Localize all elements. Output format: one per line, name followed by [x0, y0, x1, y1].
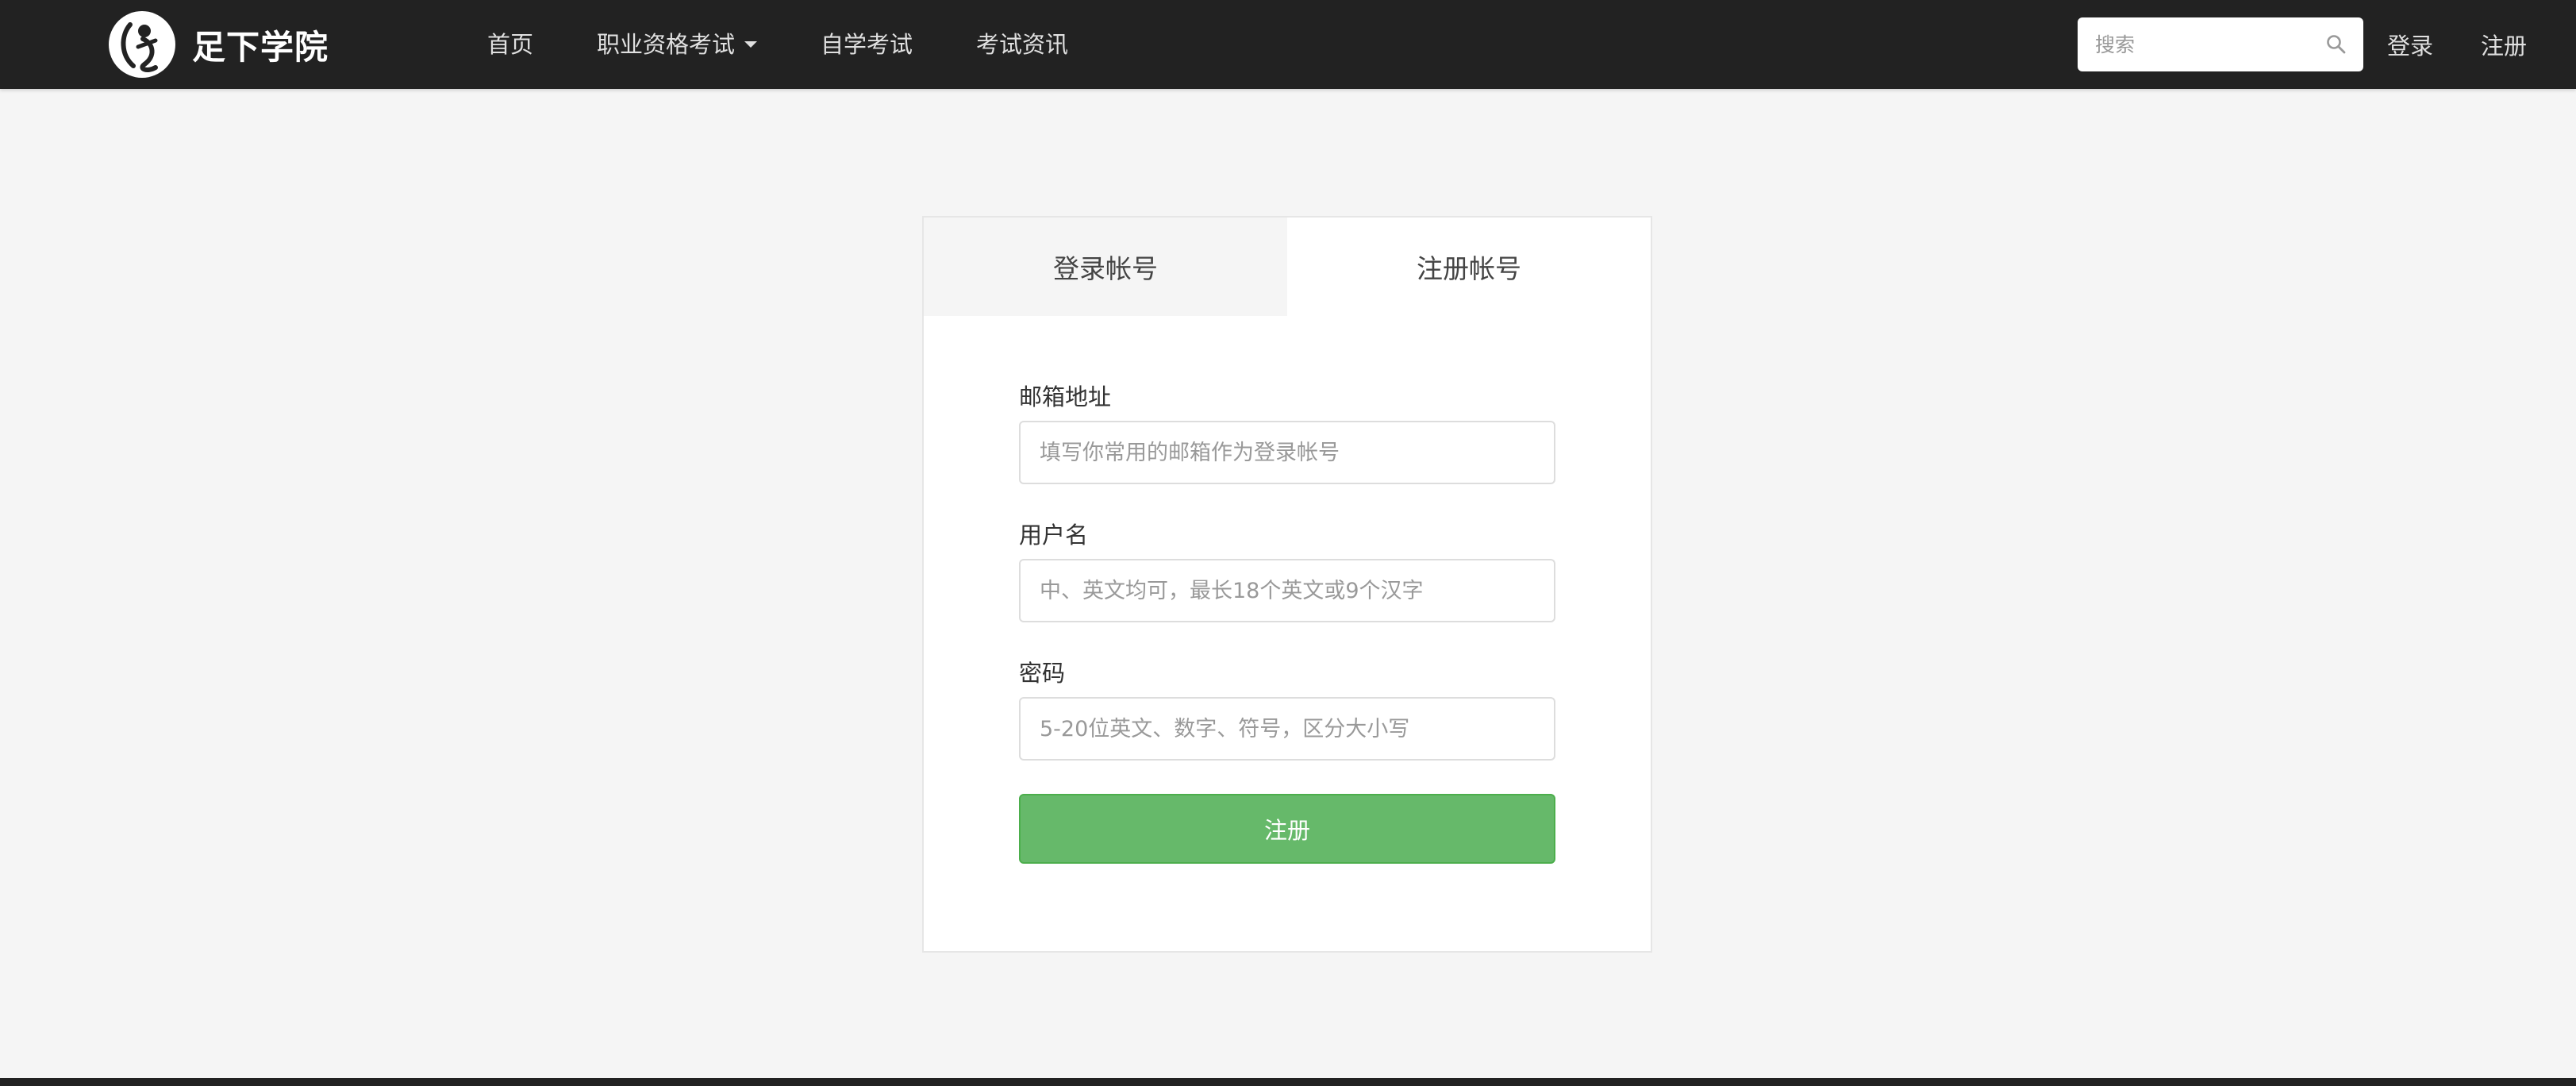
logo-icon	[109, 11, 175, 78]
password-field[interactable]	[1019, 697, 1555, 761]
tab-register[interactable]: 注册帐号	[1287, 218, 1651, 316]
password-label: 密码	[1019, 660, 1066, 687]
email-label: 邮箱地址	[1019, 383, 1112, 410]
nav-link-exam-news[interactable]: 考试资讯	[944, 0, 1100, 89]
register-submit-button[interactable]: 注册	[1019, 794, 1555, 864]
username-label: 用户名	[1019, 522, 1089, 549]
nav-link-label: 自学考试	[821, 31, 913, 58]
search-input[interactable]	[2093, 32, 2325, 57]
nav-link-label: 考试资讯	[976, 31, 1069, 58]
top-navbar: 足下学院 首页 职业资格考试 自学考试 考试资讯 登录 注册	[0, 0, 2576, 89]
nav-link-label: 职业资格考试	[597, 31, 736, 58]
username-group: 用户名	[1019, 519, 1555, 622]
auth-links: 登录 注册	[2363, 0, 2551, 89]
password-group: 密码	[1019, 657, 1555, 761]
email-group: 邮箱地址	[1019, 381, 1555, 484]
nav-link-label: 首页	[487, 31, 534, 58]
logo-text: 足下学院	[192, 27, 329, 67]
username-field[interactable]	[1019, 559, 1555, 622]
register-form: 邮箱地址 用户名 密码 注册	[1019, 381, 1555, 864]
auth-card: 登录帐号 注册帐号 邮箱地址 用户名 密码 注册	[922, 216, 1652, 953]
site-logo[interactable]: 足下学院	[106, 5, 329, 84]
footer-strip	[0, 1078, 2576, 1086]
register-link[interactable]: 注册	[2457, 28, 2551, 61]
main-nav: 首页 职业资格考试 自学考试 考试资讯	[456, 0, 1100, 89]
auth-tabs: 登录帐号 注册帐号	[924, 218, 1651, 316]
search-box	[2078, 17, 2363, 71]
nav-link-self-study-exams[interactable]: 自学考试	[789, 0, 944, 89]
login-link[interactable]: 登录	[2363, 28, 2457, 61]
nav-link-home[interactable]: 首页	[456, 0, 565, 89]
search-icon[interactable]	[2325, 33, 2347, 56]
email-field[interactable]	[1019, 421, 1555, 484]
tab-login[interactable]: 登录帐号	[924, 218, 1287, 316]
nav-link-professional-exams[interactable]: 职业资格考试	[565, 0, 789, 89]
caret-down-icon	[744, 41, 758, 48]
